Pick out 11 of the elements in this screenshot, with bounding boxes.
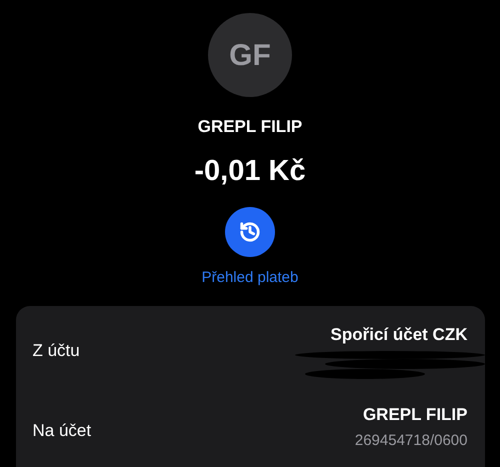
- detail-label: Na účet: [32, 420, 92, 442]
- history-link[interactable]: Přehled plateb: [202, 269, 298, 287]
- contact-name: GREPL FILIP: [198, 117, 302, 137]
- avatar: GF: [208, 13, 292, 97]
- history-button[interactable]: [225, 207, 275, 257]
- account-number: 269454718/0600: [354, 431, 468, 451]
- detail-value: GREPL FILIP: [362, 404, 468, 426]
- amount: -0,01 Kč: [194, 155, 306, 187]
- detail-value: Spořicí účet CZK: [330, 324, 468, 346]
- history-icon: [239, 221, 261, 243]
- detail-label: Z účtu: [32, 340, 80, 362]
